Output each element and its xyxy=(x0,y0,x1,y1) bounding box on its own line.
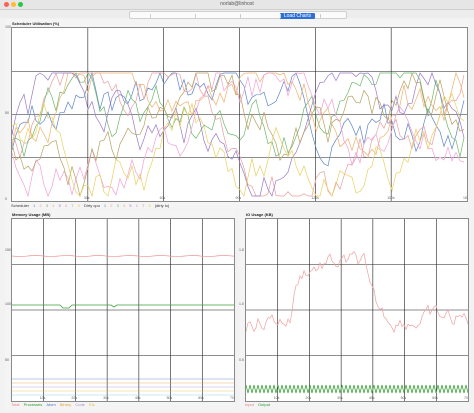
tab-separator xyxy=(150,14,151,18)
legend-io-input: Input xyxy=(245,402,254,407)
memory-x-label: 10s xyxy=(40,396,46,400)
scheduler-x-label: 90s xyxy=(236,196,242,200)
tab-separator xyxy=(280,14,281,18)
scheduler-x-label: 150s xyxy=(387,196,395,200)
scheduler-x-label: 120s xyxy=(311,196,319,200)
memory-title: Memory Usage (MB) xyxy=(12,212,51,217)
legend-dirty-5: 5 xyxy=(129,203,132,208)
io-x-label: 30s xyxy=(337,396,343,400)
legend-dirty-6: 6 xyxy=(135,203,138,208)
tab-separator xyxy=(240,14,241,18)
title-bar: norlab@linhost xyxy=(0,0,474,10)
io-tick-mid: 1.0 xyxy=(239,302,244,306)
io-x-label: 50s xyxy=(401,396,407,400)
scheduler-plot: 30s 60s 90s 120s 150s 180s xyxy=(11,27,468,202)
scheduler-series-8 xyxy=(12,92,465,198)
scheduler-series-7 xyxy=(12,72,465,198)
legend-sched-7: 7 xyxy=(71,203,74,208)
scheduler-series-6 xyxy=(12,72,465,198)
scheduler-series-2 xyxy=(12,72,465,197)
scheduler-tick-mid: 50 xyxy=(5,111,9,115)
legend-mem-processes: Processes xyxy=(23,402,43,407)
window-title: norlab@linhost xyxy=(220,1,254,7)
scheduler-chart: 30s 60s 90s 120s 150s 180s xyxy=(12,28,467,201)
legend-dirty-8: 8 xyxy=(148,203,151,208)
legend-dirty-3: 3 xyxy=(116,203,119,208)
memory-tick-mid: 100 xyxy=(5,302,11,306)
tab-separator xyxy=(195,14,196,18)
io-input-line xyxy=(246,250,468,334)
memory-total-line xyxy=(12,254,234,258)
tab-bar: Load Charts xyxy=(0,10,474,19)
io-title: IO Usage (KB) xyxy=(246,212,273,217)
scheduler-panel: Scheduler Utilisation (%) 30s 60s 90s 120s 1… xyxy=(5,19,469,209)
legend-dirty-7: 7 xyxy=(142,203,145,208)
scheduler-x-label: 180s xyxy=(463,196,467,200)
io-panel: IO Usage (KB) 10s20s30s40s50s60s70s 1.5 … xyxy=(239,210,469,410)
legend-mem-atom: Atom xyxy=(46,402,56,407)
legend-sched-4: 4 xyxy=(52,203,55,208)
io-x-label: 40s xyxy=(369,396,375,400)
memory-x-label: 60s xyxy=(198,396,204,400)
memory-x-label: 70s xyxy=(230,396,234,400)
legend-dirty-cpu-label: Dirty cpu xyxy=(84,203,100,208)
scheduler-tick-top: 100 xyxy=(5,25,11,29)
memory-x-label: 20s xyxy=(71,396,77,400)
legend-sched-2: 2 xyxy=(39,203,42,208)
legend-sched-5: 5 xyxy=(58,203,61,208)
io-x-label: 60s xyxy=(432,396,438,400)
legend-scheduler-label: Scheduler xyxy=(11,203,30,208)
legend-mem-code: Code xyxy=(75,402,85,407)
legend-sched-3: 3 xyxy=(45,203,49,208)
memory-tick-bottom: 50 xyxy=(5,358,9,362)
legend-sched-8: 8 xyxy=(77,203,80,208)
io-output-line xyxy=(246,384,468,394)
tab-strip: Load Charts xyxy=(129,11,347,19)
io-legend: Input Output xyxy=(245,402,273,407)
app-window: norlab@linhost Load Charts Scheduler Uti… xyxy=(0,0,474,413)
io-chart: 10s 20s 30s 40s 50s 60s 70s xyxy=(246,219,468,401)
scheduler-title: Scheduler Utilisation (%) xyxy=(12,21,60,26)
memory-x-label: 40s xyxy=(135,396,141,400)
tab-separator xyxy=(320,14,321,18)
memory-tick-top: 150 xyxy=(5,248,11,252)
legend-dirty-io-label: (dirty io) xyxy=(154,203,170,208)
scheduler-series-5 xyxy=(12,71,465,197)
io-x-label: 20s xyxy=(305,396,311,400)
memory-plot: 10s 20s 30s 40s 50s 60s 70s xyxy=(11,218,235,402)
legend-mem-total: Total xyxy=(11,402,20,407)
legend-dirty-1: 1 xyxy=(103,203,107,208)
io-x-label: 10s xyxy=(274,396,280,400)
legend-sched-1: 1 xyxy=(33,203,36,208)
scheduler-tick-bottom: 0 xyxy=(5,197,7,201)
memory-panel: Memory Usage (MB) 10s20s30s40s50s60s70s … xyxy=(5,210,235,410)
legend-sched-6: 6 xyxy=(64,203,68,208)
io-x-label: 70s xyxy=(464,396,468,400)
scheduler-x-label: 60s xyxy=(160,196,166,200)
scheduler-legend: Scheduler 1 2 3 4 5 6 7 8 Dirty cpu 1 2 … xyxy=(11,203,172,208)
legend-mem-ets: Ets xyxy=(89,402,95,407)
memory-x-label: 50s xyxy=(167,396,173,400)
memory-legend: Total Processes Atom Binary Code Ets xyxy=(11,402,98,407)
scheduler-x-label: 30s xyxy=(84,196,90,200)
io-tick-bottom: 0.5 xyxy=(239,358,244,362)
memory-x-label: 30s xyxy=(103,396,109,400)
legend-dirty-4: 4 xyxy=(123,203,126,208)
memory-processes-line xyxy=(12,304,234,309)
legend-dirty-2: 2 xyxy=(110,203,113,208)
io-tick-top: 1.5 xyxy=(239,248,244,252)
io-plot: 10s 20s 30s 40s 50s 60s 70s xyxy=(245,218,469,402)
legend-mem-binary: Binary xyxy=(59,402,72,407)
memory-chart: 10s 20s 30s 40s 50s 60s 70s xyxy=(12,219,234,401)
legend-io-output: Output xyxy=(258,402,271,407)
